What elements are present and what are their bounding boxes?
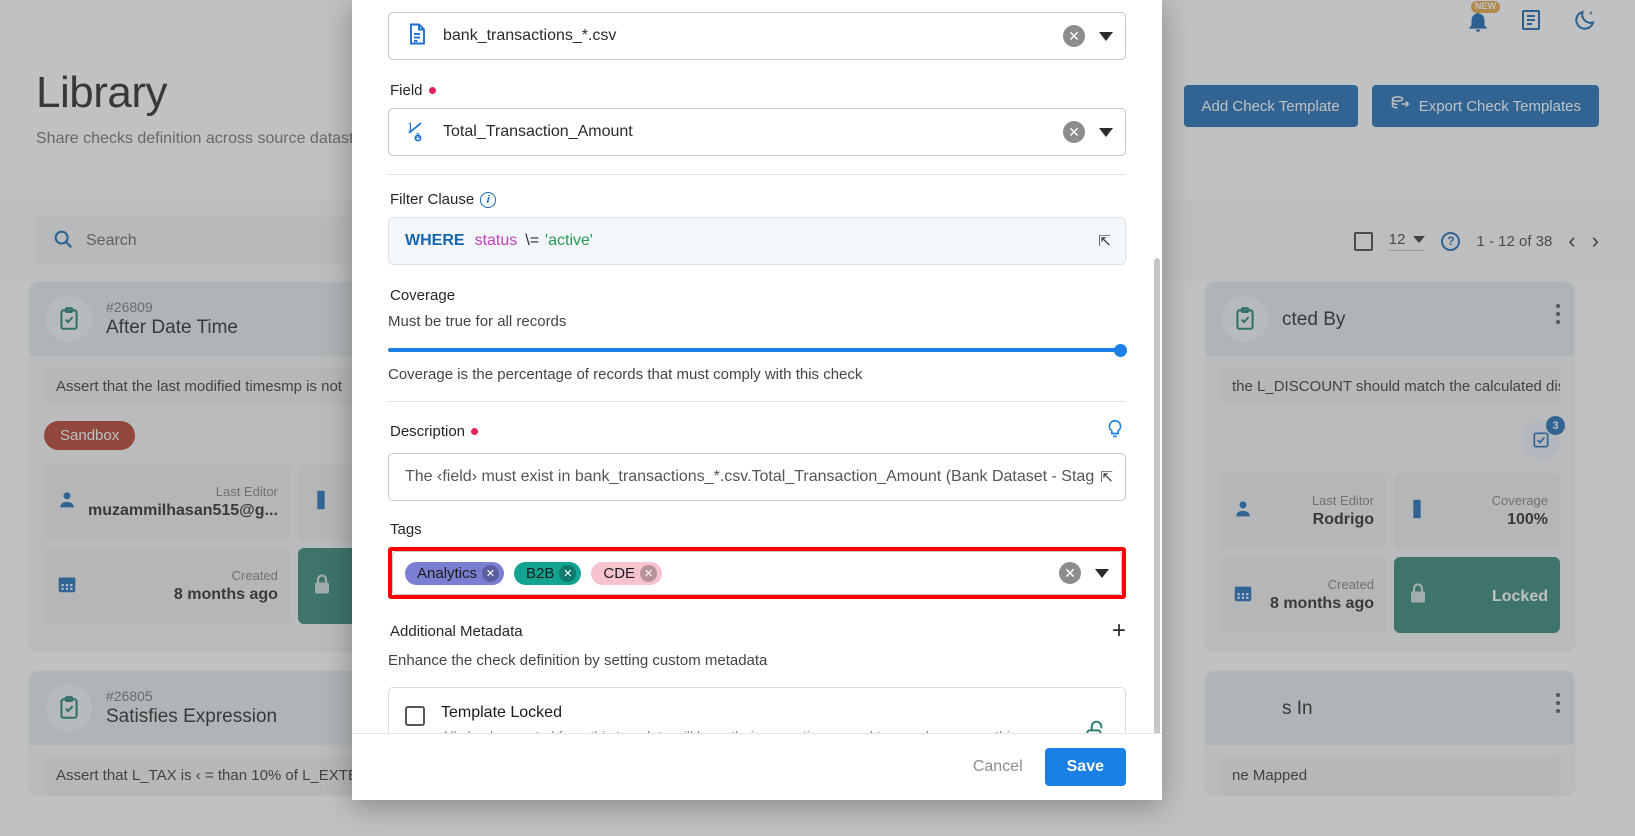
tag-label: CDE bbox=[603, 564, 636, 582]
datastore-value: bank_transactions_*.csv bbox=[443, 27, 617, 44]
coverage-slider[interactable] bbox=[388, 344, 1127, 357]
edit-check-template-dialog: bank_transactions_*.csv ✕ Field 1a Total… bbox=[352, 0, 1162, 800]
tags-select[interactable]: Analytics ✕ B2B ✕ CDE ✕ ✕ bbox=[392, 551, 1122, 595]
slider-track bbox=[388, 348, 1126, 352]
remove-tag-icon[interactable]: ✕ bbox=[640, 564, 658, 582]
coverage-headline: Must be true for all records bbox=[388, 313, 567, 330]
template-locked-section[interactable]: Template Locked All checks created from … bbox=[388, 687, 1126, 733]
field-select[interactable]: 1a Total_Transaction_Amount ✕ bbox=[388, 108, 1126, 156]
plus-icon[interactable]: + bbox=[1112, 619, 1126, 643]
info-icon[interactable]: i bbox=[480, 191, 497, 208]
filter-clause-label-row: Filter Clause i bbox=[390, 191, 1126, 208]
clear-datastore-icon[interactable]: ✕ bbox=[1063, 25, 1085, 47]
sql-operator: \= bbox=[525, 232, 540, 249]
filter-clause-label: Filter Clause bbox=[390, 191, 475, 208]
template-locked-description: All checks created from this template wi… bbox=[441, 727, 1061, 733]
slider-thumb[interactable] bbox=[1114, 344, 1127, 357]
clear-field-icon[interactable]: ✕ bbox=[1063, 121, 1085, 143]
save-button[interactable]: Save bbox=[1044, 748, 1126, 786]
chevron-down-icon[interactable] bbox=[1095, 568, 1109, 578]
description-label-row: Description bbox=[390, 418, 1126, 444]
datastore-select[interactable]: bank_transactions_*.csv ✕ bbox=[388, 12, 1126, 60]
description-value: The ‹field› must exist in bank_transacti… bbox=[405, 468, 1095, 485]
modal-scrollbar[interactable] bbox=[1154, 258, 1160, 733]
tag-label: Analytics bbox=[417, 564, 478, 582]
remove-tag-icon[interactable]: ✕ bbox=[482, 564, 500, 582]
additional-metadata-label: Additional Metadata bbox=[390, 622, 523, 640]
template-locked-checkbox[interactable] bbox=[405, 706, 425, 726]
description-label: Description bbox=[390, 422, 466, 440]
description-input[interactable]: The ‹field› must exist in bank_transacti… bbox=[388, 453, 1126, 501]
divider bbox=[388, 174, 1126, 175]
tag-chip[interactable]: B2B ✕ bbox=[514, 561, 582, 585]
expand-icon[interactable]: ⇱ bbox=[1100, 468, 1113, 486]
coverage-label: Coverage bbox=[390, 287, 456, 304]
tags-label-row: Tags bbox=[390, 521, 1126, 538]
field-fraction-icon: 1a bbox=[405, 117, 429, 148]
clear-tags-icon[interactable]: ✕ bbox=[1059, 562, 1081, 584]
field-label: Field bbox=[390, 82, 423, 99]
field-value: Total_Transaction_Amount bbox=[443, 123, 633, 140]
sql-column: status bbox=[474, 232, 518, 249]
additional-metadata-header: Additional Metadata + bbox=[390, 619, 1126, 643]
field-label-row: Field bbox=[390, 82, 1126, 99]
filter-clause-editor[interactable]: WHERE status \= 'active' ⇱ bbox=[388, 217, 1126, 265]
coverage-hint: Coverage is the percentage of records th… bbox=[388, 366, 863, 383]
unlock-icon[interactable] bbox=[1083, 719, 1109, 733]
tags-label: Tags bbox=[390, 521, 422, 538]
dialog-footer: Cancel Save bbox=[352, 733, 1162, 800]
dialog-body: bank_transactions_*.csv ✕ Field 1a Total… bbox=[352, 0, 1162, 733]
remove-tag-icon[interactable]: ✕ bbox=[559, 564, 577, 582]
tag-chip[interactable]: CDE ✕ bbox=[591, 561, 663, 585]
coverage-label-row: Coverage bbox=[390, 287, 1126, 304]
required-indicator bbox=[471, 427, 479, 435]
template-locked-title: Template Locked bbox=[441, 704, 562, 721]
lightbulb-icon[interactable] bbox=[1104, 418, 1126, 444]
chevron-down-icon[interactable] bbox=[1099, 127, 1113, 137]
chevron-down-icon[interactable] bbox=[1099, 31, 1113, 41]
sql-literal: 'active' bbox=[545, 232, 593, 249]
required-indicator bbox=[428, 87, 436, 94]
csv-file-icon bbox=[405, 21, 429, 52]
additional-metadata-hint: Enhance the check definition by setting … bbox=[388, 652, 768, 669]
tag-label: B2B bbox=[526, 564, 555, 582]
tags-highlight-outline: Analytics ✕ B2B ✕ CDE ✕ ✕ bbox=[388, 547, 1126, 599]
cancel-button[interactable]: Cancel bbox=[973, 758, 1023, 776]
sql-keyword: WHERE bbox=[405, 232, 465, 249]
expand-icon[interactable]: ⇱ bbox=[1098, 232, 1111, 250]
divider bbox=[388, 401, 1126, 402]
tag-chip[interactable]: Analytics ✕ bbox=[405, 561, 505, 585]
